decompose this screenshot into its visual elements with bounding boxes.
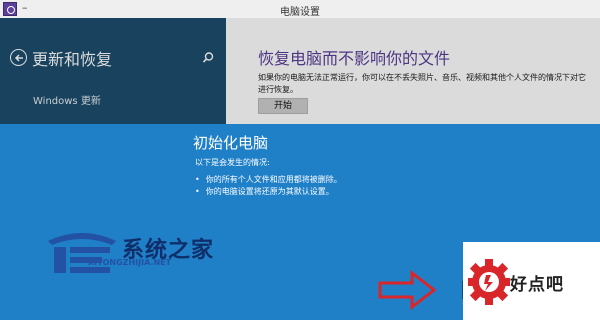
gear-logo-icon (468, 259, 510, 305)
red-arrow-icon (378, 270, 437, 310)
list-item: 你的所有个人文件和应用都将被删除。 (195, 174, 342, 186)
site-logo-text: 好点吧 (510, 275, 564, 295)
dialog-title: 初始化电脑 (193, 134, 269, 152)
background-dim-overlay (0, 18, 600, 124)
window-title: 电脑设置 (280, 7, 320, 18)
watermark-domain: XITONGZHIJIA.NET (77, 258, 172, 267)
watermark-logo-icon (48, 233, 116, 273)
list-item: 你的电脑设置将还原为其默认设置。 (195, 186, 342, 198)
window-title-bar: – 电脑设置 (0, 0, 600, 18)
dialog-bullet-list: 你的所有个人文件和应用都将被删除。 你的电脑设置将还原为其默认设置。 (195, 174, 342, 198)
dialog-subtitle: 以下是会发生的情况: (195, 158, 270, 167)
